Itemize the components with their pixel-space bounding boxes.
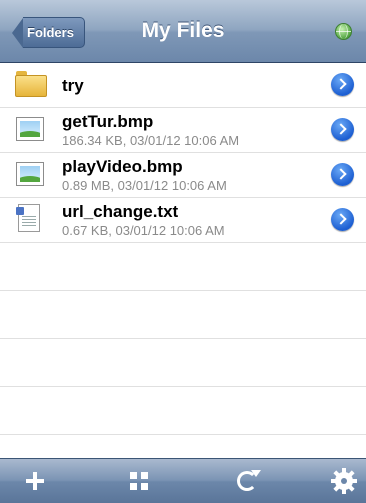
disclosure-arrow-icon[interactable]: [331, 208, 354, 231]
image-file-icon: [16, 117, 44, 141]
file-meta: 186.34 KB, 03/01/12 10:06 AM: [62, 133, 240, 148]
list-item-file[interactable]: playVideo.bmp 0.89 MB, 03/01/12 10:06 AM: [0, 153, 366, 198]
page-title: My Files: [141, 19, 225, 42]
file-name: playVideo.bmp: [62, 157, 183, 176]
empty-row: [0, 291, 366, 339]
navigation-bar: Folders My Files: [0, 0, 366, 63]
list-item-folder-try[interactable]: try: [0, 63, 366, 108]
file-name: getTur.bmp: [62, 112, 154, 131]
grid-icon[interactable]: [118, 459, 162, 503]
disclosure-arrow-icon[interactable]: [331, 163, 354, 186]
disclosure-arrow-icon[interactable]: [331, 73, 354, 96]
file-list: try getTur.bmp 186.34 KB, 03/01/12 10:06…: [0, 63, 366, 435]
empty-row: [0, 243, 366, 291]
bottom-toolbar: [0, 458, 366, 503]
file-meta: 0.89 MB, 03/01/12 10:06 AM: [62, 178, 227, 193]
file-name: url_change.txt: [62, 202, 179, 221]
list-item-file[interactable]: getTur.bmp 186.34 KB, 03/01/12 10:06 AM: [0, 108, 366, 153]
settings-icon[interactable]: [322, 459, 366, 503]
add-icon[interactable]: [14, 459, 58, 503]
text-file-icon: [16, 204, 40, 232]
refresh-icon[interactable]: [224, 459, 268, 503]
file-meta: 0.67 KB, 03/01/12 10:06 AM: [62, 223, 225, 238]
folder-icon: [15, 71, 47, 97]
list-item-file[interactable]: url_change.txt 0.67 KB, 03/01/12 10:06 A…: [0, 198, 366, 243]
empty-row: [0, 339, 366, 387]
globe-icon[interactable]: [335, 23, 352, 40]
empty-row: [0, 387, 366, 435]
image-file-icon: [16, 162, 44, 186]
file-name: try: [62, 76, 84, 95]
disclosure-arrow-icon[interactable]: [331, 118, 354, 141]
